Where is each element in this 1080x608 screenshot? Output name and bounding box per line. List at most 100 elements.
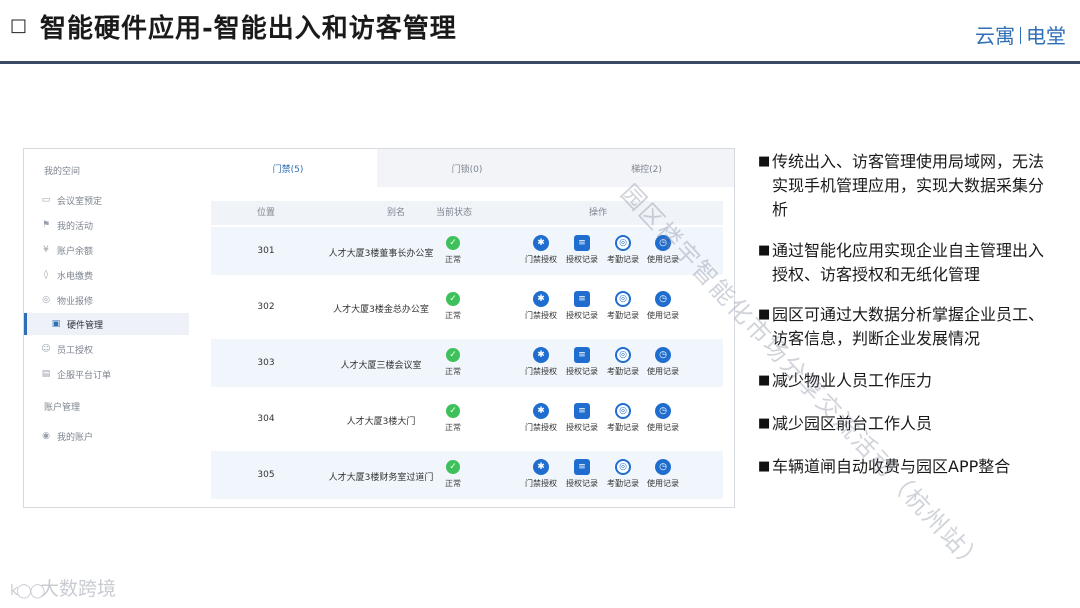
- sidebar-item-orders[interactable]: ▤ 企服平台订单: [40, 363, 188, 385]
- bullet-marker: ■: [758, 373, 771, 388]
- bullet-item: ■ 减少园区前台工作人员: [758, 412, 1058, 436]
- column-header-actions: 操作: [588, 208, 607, 218]
- tab-door-lock[interactable]: 门锁(0): [377, 149, 557, 187]
- table-row: 301 人才大厦3楼董事长办公室 ✓ 正常 ✱ 门禁授权 ≡ 授权记录 ◎ 考勤记录 ◷ 使用记录: [211, 227, 723, 275]
- fingerprint-icon: ◎: [615, 347, 631, 363]
- cell-position: 305: [257, 470, 275, 480]
- action-clock-button[interactable]: ◷ 使用记录: [643, 347, 683, 377]
- table-row: 304 人才大厦3楼大门 ✓ 正常 ✱ 门禁授权 ≡ 授权记录 ◎ 考勤记录 ◷ 使用记录: [211, 395, 723, 443]
- bullet-marker: ■: [758, 459, 771, 474]
- tab-label: 梯控(2): [631, 164, 662, 175]
- fingerprint-icon: ◎: [615, 235, 631, 251]
- status-ok-icon: ✓: [446, 292, 460, 306]
- action-label: 考勤记录: [607, 255, 639, 264]
- table-row: 302 人才大厦3楼金总办公室 ✓ 正常 ✱ 门禁授权 ≡ 授权记录 ◎ 考勤记录 ◷ 使用记录: [211, 283, 723, 331]
- gear-icon: ✱: [533, 291, 549, 307]
- cell-position: 301: [257, 246, 275, 256]
- sidebar-item-activity[interactable]: ⚑ 我的活动: [40, 214, 188, 236]
- sidebar: 我的空间 ▭ 会议室预定 ⚑ 我的活动 ¥ 账户余额 ◊ 水电缴费 ◎ 物业报修…: [24, 149, 189, 507]
- fingerprint-icon: ◎: [615, 459, 631, 475]
- sidebar-item-employee-auth[interactable]: ☺ 员工授权: [40, 338, 188, 360]
- action-gear-button[interactable]: ✱ 门禁授权: [521, 403, 561, 433]
- action-fingerprint-button[interactable]: ◎ 考勤记录: [603, 459, 643, 489]
- slide-header: □ 智能硬件应用-智能出入和访客管理 云寓 电堂: [0, 0, 1080, 64]
- brand-divider: [1020, 27, 1021, 44]
- sidebar-item-label: 水电缴费: [57, 271, 94, 282]
- sidebar-item-label: 我的活动: [57, 221, 94, 232]
- logo-icon: k◯◯: [10, 583, 45, 599]
- status-ok-icon: ✓: [446, 460, 460, 474]
- order-icon: ▤: [41, 369, 51, 379]
- action-gear-button[interactable]: ✱ 门禁授权: [521, 291, 561, 321]
- gear-icon: ✱: [533, 235, 549, 251]
- status-badge: 正常: [445, 255, 461, 264]
- action-clock-button[interactable]: ◷ 使用记录: [643, 459, 683, 489]
- action-document-button[interactable]: ≡ 授权记录: [562, 347, 602, 377]
- table-row: 305 人才大厦3楼财务室过道门 ✓ 正常 ✱ 门禁授权 ≡ 授权记录 ◎ 考勤记录 ◷ 使用记录: [211, 451, 723, 499]
- status-badge: 正常: [445, 367, 461, 376]
- bullet-marker: ■: [758, 154, 771, 169]
- action-label: 使用记录: [647, 311, 679, 320]
- table-row: 303 人才大厦三楼会议室 ✓ 正常 ✱ 门禁授权 ≡ 授权记录 ◎ 考勤记录 ◷ 使用记录: [211, 339, 723, 387]
- gear-icon: ✱: [533, 459, 549, 475]
- footer-logo-text: 大数跨境: [40, 578, 117, 600]
- action-gear-button[interactable]: ✱ 门禁授权: [521, 459, 561, 489]
- sidebar-item-utility[interactable]: ◊ 水电缴费: [40, 264, 188, 286]
- fingerprint-icon: ◎: [615, 403, 631, 419]
- clock-icon: ◷: [655, 291, 671, 307]
- bullet-text: 园区可通过大数据分析掌握企业员工、访客信息，判断企业发展情况: [772, 305, 1045, 348]
- sidebar-item-my-account[interactable]: ◉ 我的账户: [40, 425, 188, 447]
- document-icon: ≡: [574, 235, 590, 251]
- action-fingerprint-button[interactable]: ◎ 考勤记录: [603, 235, 643, 265]
- tab-access-control[interactable]: 门禁(5): [199, 149, 377, 187]
- action-gear-button[interactable]: ✱ 门禁授权: [521, 347, 561, 377]
- tab-label: 门禁(5): [272, 164, 304, 175]
- status-badge: 正常: [445, 423, 461, 432]
- brand-left: 云寓: [975, 24, 1015, 48]
- action-document-button[interactable]: ≡ 授权记录: [562, 235, 602, 265]
- active-indicator: [24, 313, 27, 335]
- clock-icon: ◷: [655, 347, 671, 363]
- status-ok-icon: ✓: [446, 404, 460, 418]
- action-fingerprint-button[interactable]: ◎ 考勤记录: [603, 291, 643, 321]
- action-label: 授权记录: [566, 367, 598, 376]
- sidebar-item-repair[interactable]: ◎ 物业报修: [40, 289, 188, 311]
- action-label: 门禁授权: [525, 423, 557, 432]
- status-badge: 正常: [445, 479, 461, 488]
- action-label: 考勤记录: [607, 479, 639, 488]
- account-icon: ◉: [42, 431, 50, 441]
- action-label: 使用记录: [647, 423, 679, 432]
- title-marker: □: [10, 15, 28, 36]
- action-label: 使用记录: [647, 479, 679, 488]
- action-document-button[interactable]: ≡ 授权记录: [562, 459, 602, 489]
- document-icon: ≡: [574, 459, 590, 475]
- action-clock-button[interactable]: ◷ 使用记录: [643, 403, 683, 433]
- action-label: 门禁授权: [525, 367, 557, 376]
- sidebar-item-hardware[interactable]: ▣ 硬件管理: [24, 313, 189, 335]
- action-document-button[interactable]: ≡ 授权记录: [562, 291, 602, 321]
- action-fingerprint-button[interactable]: ◎ 考勤记录: [603, 403, 643, 433]
- action-clock-button[interactable]: ◷ 使用记录: [643, 291, 683, 321]
- document-icon: ≡: [574, 347, 590, 363]
- gear-icon: ✱: [533, 403, 549, 419]
- bullet-text: 传统出入、访客管理使用局域网，无法实现手机管理应用，实现大数据采集分析: [772, 152, 1045, 219]
- sidebar-item-label: 企服平台订单: [57, 370, 112, 381]
- action-fingerprint-button[interactable]: ◎ 考勤记录: [603, 347, 643, 377]
- gear-icon: ✱: [533, 347, 549, 363]
- sidebar-section-title: 我的空间: [44, 167, 81, 177]
- cell-position: 302: [257, 302, 275, 312]
- cell-position: 304: [257, 414, 275, 424]
- sidebar-item-balance[interactable]: ¥ 账户余额: [40, 239, 188, 261]
- action-label: 授权记录: [566, 311, 598, 320]
- sidebar-item-meeting-room[interactable]: ▭ 会议室预定: [40, 189, 188, 211]
- clock-icon: ◷: [655, 403, 671, 419]
- bullet-item: ■ 传统出入、访客管理使用局域网，无法实现手机管理应用，实现大数据采集分析: [758, 150, 1058, 222]
- action-gear-button[interactable]: ✱ 门禁授权: [521, 235, 561, 265]
- action-document-button[interactable]: ≡ 授权记录: [562, 403, 602, 433]
- status-ok-icon: ✓: [446, 236, 460, 250]
- sidebar-item-label: 账户余额: [57, 246, 94, 257]
- sidebar-item-label: 我的账户: [57, 432, 94, 443]
- bullet-item: ■ 通过智能化应用实现企业自主管理出入授权、访客授权和无纸化管理: [758, 239, 1058, 287]
- cell-position: 303: [257, 358, 275, 368]
- brand-logo: 云寓 电堂: [975, 20, 1066, 49]
